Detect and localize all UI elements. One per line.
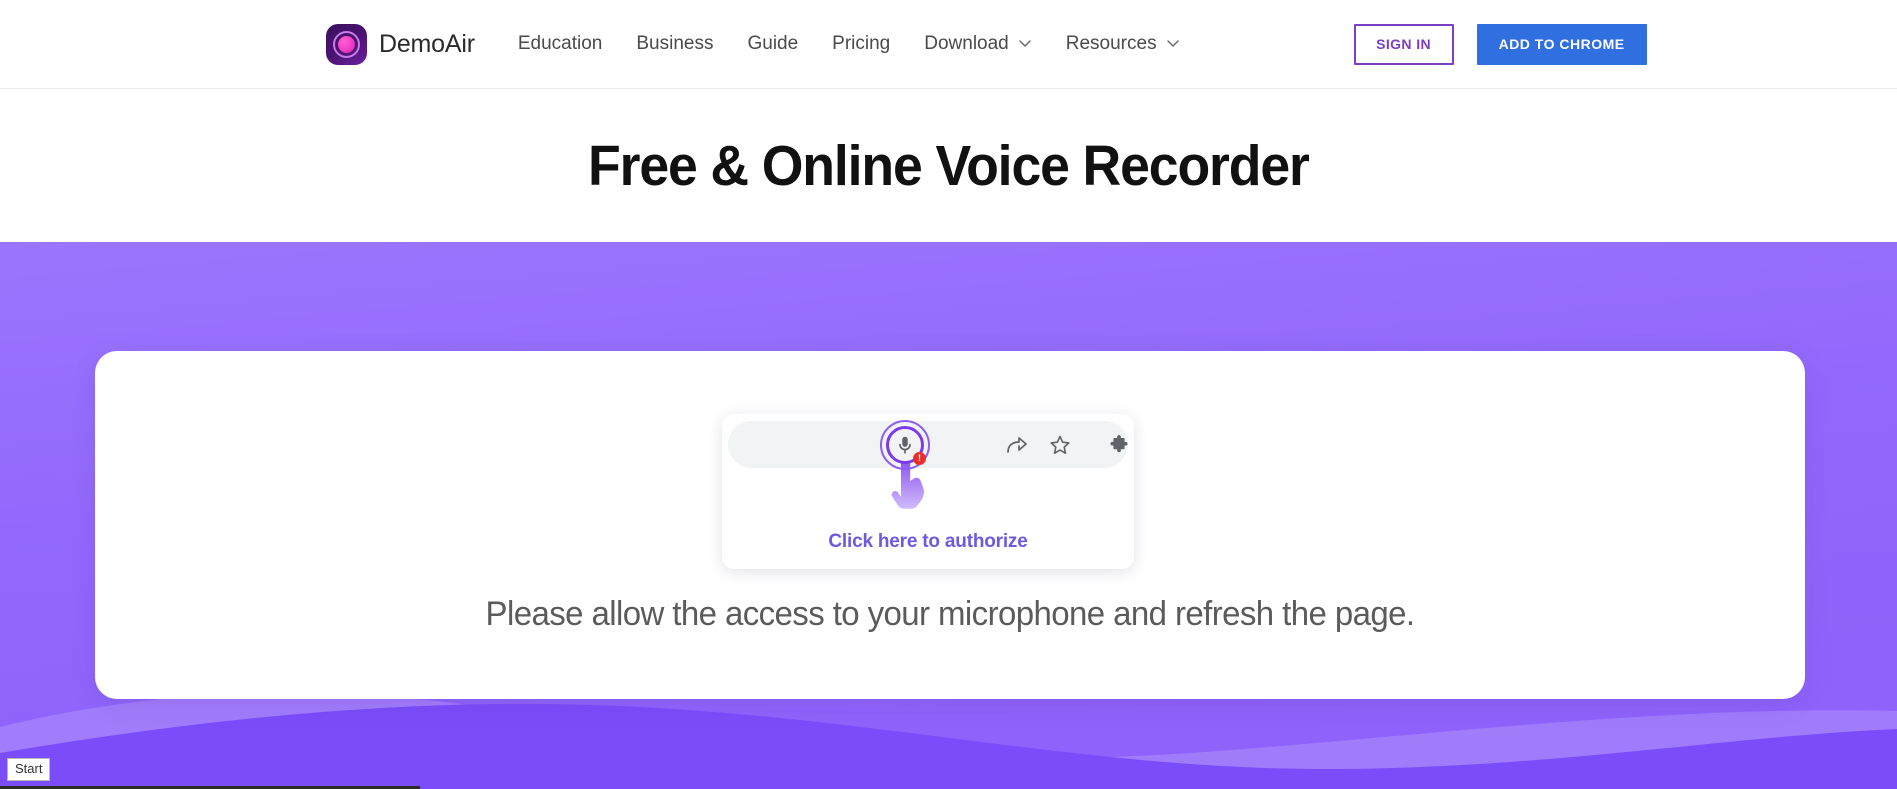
nav-item-download[interactable]: Download [907,33,1049,55]
nav-item-resources[interactable]: Resources [1049,33,1197,55]
nav-item-label: Resources [1065,33,1157,54]
title-band: Free & Online Voice Recorder [0,89,1897,242]
nav-item-education[interactable]: Education [501,33,620,55]
logo-ring [333,30,360,58]
sign-in-button[interactable]: SIGN IN [1353,23,1454,65]
site-header: DemoAir Education Business Guide Pricing… [0,0,1897,89]
recorder-panel: ! Click here to authorize Please allow t… [95,351,1805,699]
browser-permission-illustration: ! Click here to authorize [722,414,1134,569]
microphone-permission-button[interactable]: ! [879,419,931,471]
microphone-icon [894,434,916,456]
brand-name: DemoAir [379,29,475,58]
omnibox-right-icons [1107,433,1134,457]
nav-item-label: Download [924,33,1009,54]
nav-item-guide[interactable]: Guide [730,33,815,55]
wave-dark [0,703,1897,789]
header-actions: SIGN IN ADD TO CHROME [1353,23,1647,65]
share-arrow-icon[interactable] [1004,433,1028,457]
logo-dot [338,35,355,53]
nav-item-label: Education [517,33,603,54]
nav-item-label: Business [636,33,714,54]
star-outline-icon[interactable] [1048,433,1072,457]
microphone-error-badge: ! [913,452,926,465]
chevron-down-icon [1018,36,1032,50]
main-navigation: Education Business Guide Pricing Downloa… [501,33,1197,55]
header-nav-container: DemoAir Education Business Guide Pricing… [326,23,1647,65]
start-button[interactable]: Start [7,758,51,781]
page-title: Free & Online Voice Recorder [588,133,1310,198]
brand-logo-link[interactable]: DemoAir [326,23,475,65]
puzzle-piece-icon[interactable] [1107,433,1131,457]
nav-item-business[interactable]: Business [619,33,730,55]
add-to-chrome-button[interactable]: ADD TO CHROME [1476,23,1647,65]
nav-item-pricing[interactable]: Pricing [815,33,907,55]
nav-item-label: Pricing [832,33,891,54]
chevron-down-icon [1166,36,1180,50]
wave-light [0,692,1897,789]
authorize-hint-text: Click here to authorize [828,531,1028,552]
browser-omnibox: ! [728,419,1128,471]
demoair-logo-icon [326,23,367,65]
nav-item-label: Guide [747,33,799,54]
allow-microphone-message: Please allow the access to your micropho… [485,595,1415,633]
